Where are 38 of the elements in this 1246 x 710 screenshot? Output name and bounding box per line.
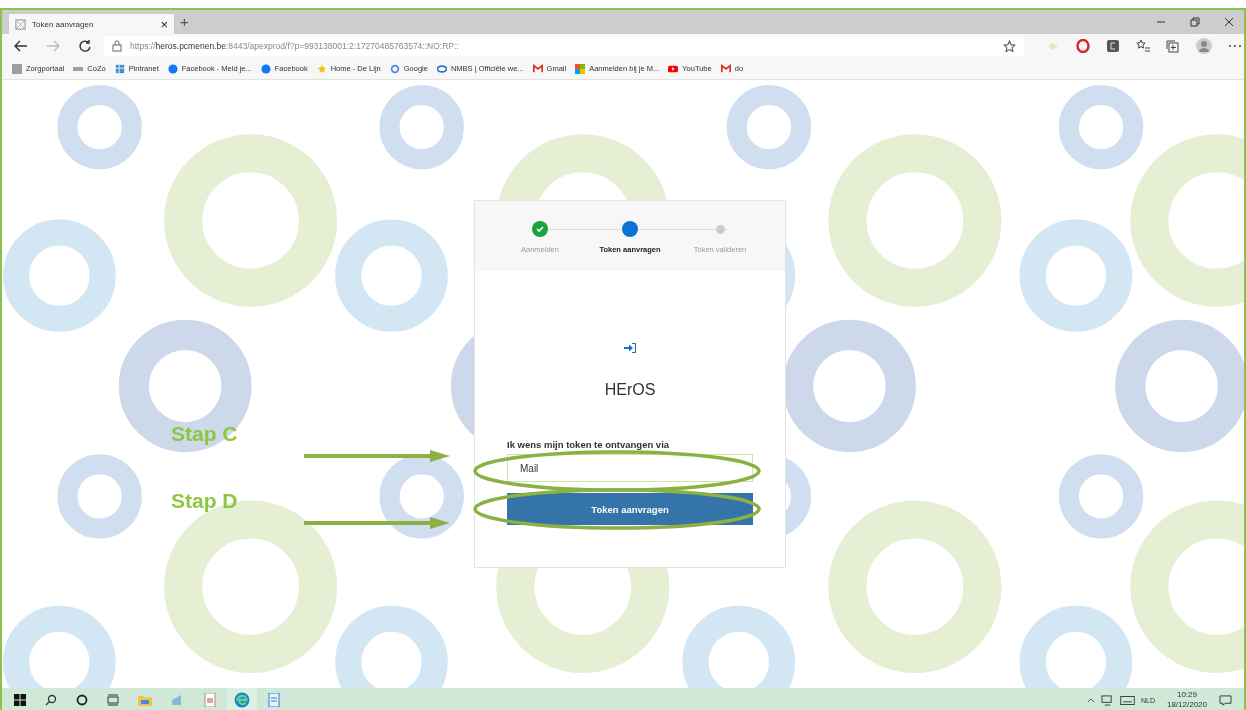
restore-icon[interactable] xyxy=(1190,17,1200,27)
back-icon[interactable] xyxy=(14,39,28,53)
address-bar[interactable]: https://heros.pcmenen.be:8443/apexprod/f?p=993138001:2:17270485763574::NO:RP:: xyxy=(104,36,1024,56)
clock[interactable]: 10:29 18/12/2020 xyxy=(1166,690,1207,710)
extension-icon[interactable] xyxy=(1106,39,1120,53)
field-label: Ik wens mijn token te ontvangen via xyxy=(507,439,670,450)
browser-tab[interactable]: Token aanvragen × xyxy=(9,14,174,34)
tab-title: Token aanvragen xyxy=(32,19,95,29)
folder-icon[interactable] xyxy=(138,694,152,706)
delivery-method-field[interactable]: Mail xyxy=(507,454,753,482)
new-tab-button[interactable]: + xyxy=(180,12,189,30)
start-icon[interactable] xyxy=(14,694,26,706)
chevron-up-icon[interactable] xyxy=(1086,697,1095,703)
favorite-star-icon[interactable] xyxy=(1003,39,1016,53)
opera-icon[interactable] xyxy=(1076,39,1090,53)
keyboard-icon[interactable] xyxy=(1119,695,1135,705)
close-icon[interactable] xyxy=(1224,17,1234,27)
network-icon[interactable] xyxy=(1100,694,1114,706)
app-title: HErOS xyxy=(604,381,656,399)
lock-icon xyxy=(112,40,122,52)
page-icon xyxy=(15,18,26,30)
edge-taskbar-button[interactable] xyxy=(227,688,257,710)
sign-in-icon xyxy=(624,343,636,353)
request-token-button[interactable]: Token aanvragen xyxy=(507,493,753,525)
task-view-icon[interactable] xyxy=(107,694,119,706)
collections-icon[interactable] xyxy=(1166,39,1180,53)
more-options-icon[interactable] xyxy=(1228,44,1242,48)
favorites-icon[interactable] xyxy=(1136,39,1150,53)
profile-avatar-icon[interactable] xyxy=(1196,38,1212,54)
notification-icon[interactable] xyxy=(1219,694,1232,706)
cortana-icon[interactable] xyxy=(76,694,88,706)
refresh-icon[interactable] xyxy=(78,39,92,53)
close-tab-button[interactable]: × xyxy=(160,16,168,32)
step-annotation: Stap D xyxy=(171,489,239,513)
search-icon[interactable] xyxy=(45,694,57,706)
step-annotation: Stap C xyxy=(171,422,239,446)
url-text: https://heros.pcmenen.be:8443/apexprod/f?p=993138001:2:17270485763574::NO:RP:: xyxy=(130,41,459,51)
document-icon[interactable] xyxy=(268,693,280,707)
